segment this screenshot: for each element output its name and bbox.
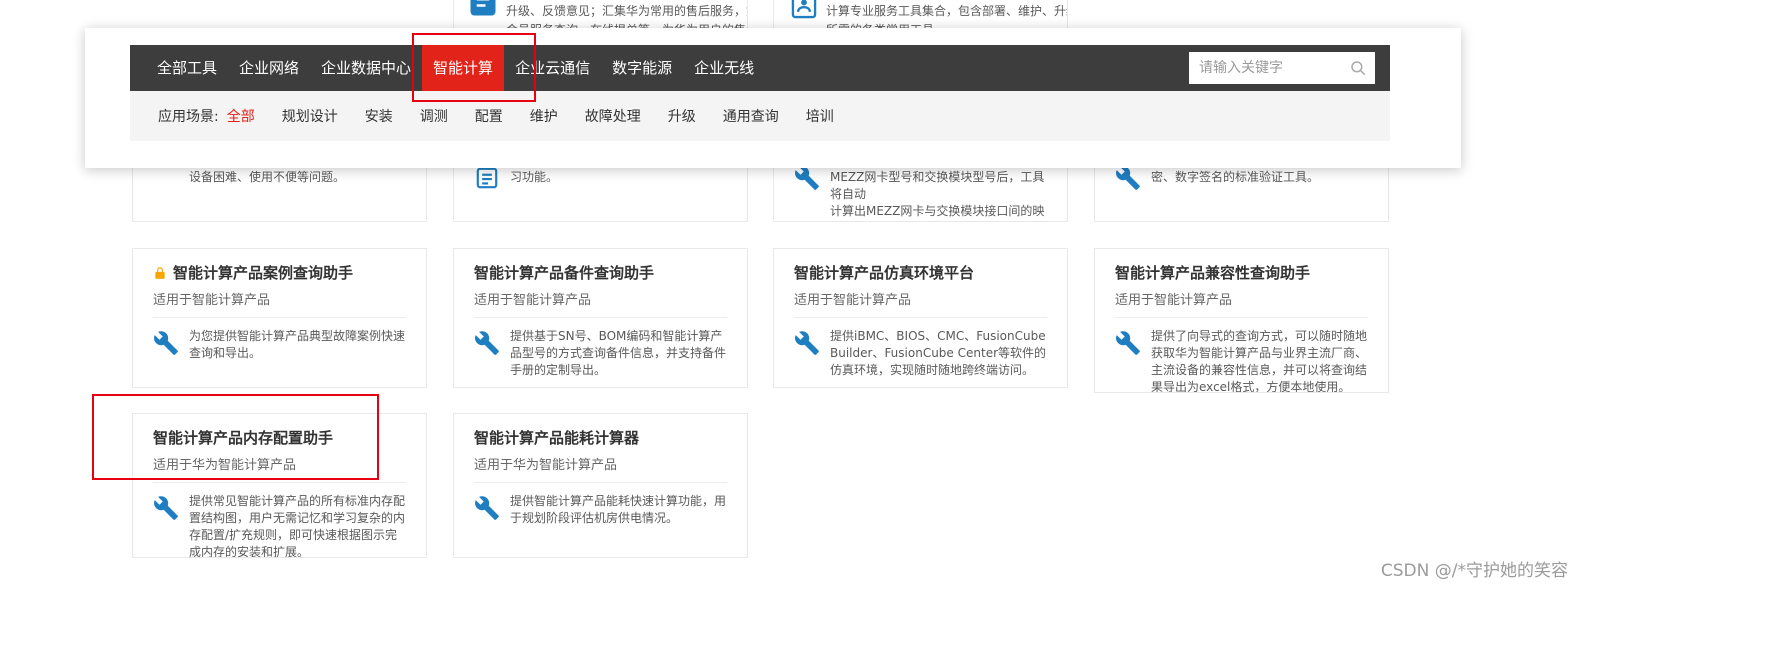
wrench-icon	[475, 496, 499, 520]
search-box	[1189, 52, 1375, 84]
card-description: 提供iBMC、BIOS、CMC、FusionCube Builder、Fusio…	[830, 329, 1047, 377]
card-subtitle: 适用于智能计算产品	[794, 289, 1047, 318]
filter-opt-troubleshooting[interactable]: 故障处理	[585, 106, 641, 126]
partial-card-text: 计算出MEZZ网卡与交换模块接口间的映射关	[830, 204, 1045, 218]
filter-label: 应用场景:	[158, 109, 219, 125]
card-subtitle: 适用于智能计算产品	[153, 289, 406, 318]
card-description: 提供智能计算产品能耗快速计算功能，用于规划阶段评估机房供电情况。	[510, 494, 727, 525]
partial-card-text: MEZZ网卡型号和交换模块型号后，工具将自动	[830, 170, 1045, 201]
scenario-filterbar: 应用场景: 全部 规划设计 安装 调测 配置 维护 故障处理 升级 通用查询 培…	[130, 91, 1390, 141]
nav-item-enterprise-network[interactable]: 企业网络	[228, 45, 310, 91]
card-title: 智能计算产品能耗计算器	[474, 429, 640, 447]
card-spare-parts-assistant[interactable]: 智能计算产品备件查询助手 适用于智能计算产品 提供基于SN号、BOM编码和智能计…	[453, 248, 748, 388]
partial-card-text: 计算专业服务工具集合，包含部署、维护、升级	[826, 4, 1068, 18]
nav-item-enterprise-wireless[interactable]: 企业无线	[683, 45, 765, 91]
card-title: 智能计算产品备件查询助手	[474, 264, 655, 282]
csdn-watermark: CSDN @/*守护她的笑容	[1380, 561, 1568, 581]
wrench-icon	[795, 331, 819, 355]
service-icon	[791, 0, 817, 19]
card-title: 智能计算产品兼容性查询助手	[1115, 264, 1311, 282]
filter-opt-planning-design[interactable]: 规划设计	[282, 106, 338, 126]
search-icon[interactable]	[1349, 59, 1367, 77]
card-title-row: 智能计算产品案例查询助手	[153, 263, 406, 283]
card-compatibility-assistant[interactable]: 智能计算产品兼容性查询助手 适用于智能计算产品 提供了向导式的查询方式，可以随时…	[1094, 248, 1389, 393]
wrench-icon	[475, 331, 499, 355]
partial-card-text: 设备困难、使用不便等问题。	[189, 170, 346, 184]
partial-card-text: 密、数字签名的标准验证工具。	[1151, 170, 1320, 184]
card-power-calculator[interactable]: 智能计算产品能耗计算器 适用于华为智能计算产品 提供智能计算产品能耗快速计算功能…	[453, 413, 748, 558]
filter-opt-upgrade[interactable]: 升级	[668, 106, 696, 126]
card-title: 智能计算产品案例查询助手	[173, 264, 354, 282]
wrench-icon	[154, 331, 178, 355]
card-simulation-platform[interactable]: 智能计算产品仿真环境平台 适用于智能计算产品 提供iBMC、BIOS、CMC、F…	[773, 248, 1068, 388]
nav-item-digital-power[interactable]: 数字能源	[601, 45, 683, 91]
wrench-icon	[1116, 331, 1140, 355]
filter-opt-installation[interactable]: 安装	[365, 106, 393, 126]
filter-opt-maintenance[interactable]: 维护	[530, 106, 558, 126]
filter-opt-all[interactable]: 全部	[227, 106, 255, 126]
card-description: 提供常见智能计算产品的所有标准内存配置结构图，用户无需记忆和学习复杂的内存配置/…	[189, 494, 406, 558]
wrench-icon	[154, 496, 178, 520]
filter-opt-configuration[interactable]: 配置	[475, 106, 503, 126]
annotation-box-intelligent-computing	[412, 33, 536, 102]
filter-opt-training[interactable]: 培训	[806, 106, 834, 126]
filter-opt-general-query[interactable]: 通用查询	[723, 106, 779, 126]
card-title: 智能计算产品仿真环境平台	[794, 264, 975, 282]
annotation-box-memory-config-card	[92, 394, 379, 480]
card-subtitle: 适用于华为智能计算产品	[474, 454, 727, 483]
nav-item-all-tools[interactable]: 全部工具	[146, 45, 228, 91]
lock-icon	[155, 267, 165, 279]
card-subtitle: 适用于智能计算产品	[1115, 289, 1368, 318]
tools-filter-panel: 全部工具 企业网络 企业数据中心 智能计算 企业云通信 数字能源 企业无线 应用…	[85, 28, 1461, 168]
card-description: 提供基于SN号、BOM编码和智能计算产品型号的方式查询备件信息，并支持备件手册的…	[510, 329, 727, 377]
partial-card-text: 升级、反馈意见；汇集华为常用的售后服务，如	[506, 4, 748, 18]
card-description: 为您提供智能计算产品典型故障案例快速查询和导出。	[189, 329, 406, 360]
search-input[interactable]	[1199, 60, 1349, 76]
category-navbar: 全部工具 企业网络 企业数据中心 智能计算 企业云通信 数字能源 企业无线	[130, 45, 1390, 91]
card-case-query-assistant[interactable]: 智能计算产品案例查询助手 适用于智能计算产品 为您提供智能计算产品典型故障案例快…	[132, 248, 427, 388]
wrench-icon	[795, 166, 819, 190]
card-subtitle: 适用于智能计算产品	[474, 289, 727, 318]
wrench-icon	[1116, 166, 1140, 190]
filter-options: 全部 规划设计 安装 调测 配置 维护 故障处理 升级 通用查询 培训	[227, 106, 834, 126]
partial-card-text: 习功能。	[510, 170, 559, 184]
feedback-icon	[470, 0, 496, 16]
nav-item-enterprise-datacenter[interactable]: 企业数据中心	[310, 45, 422, 91]
filter-opt-commissioning[interactable]: 调测	[420, 106, 448, 126]
card-description: 提供了向导式的查询方式，可以随时随地获取华为智能计算产品与业界主流厂商、主流设备…	[1151, 329, 1368, 393]
learning-icon	[476, 167, 498, 189]
